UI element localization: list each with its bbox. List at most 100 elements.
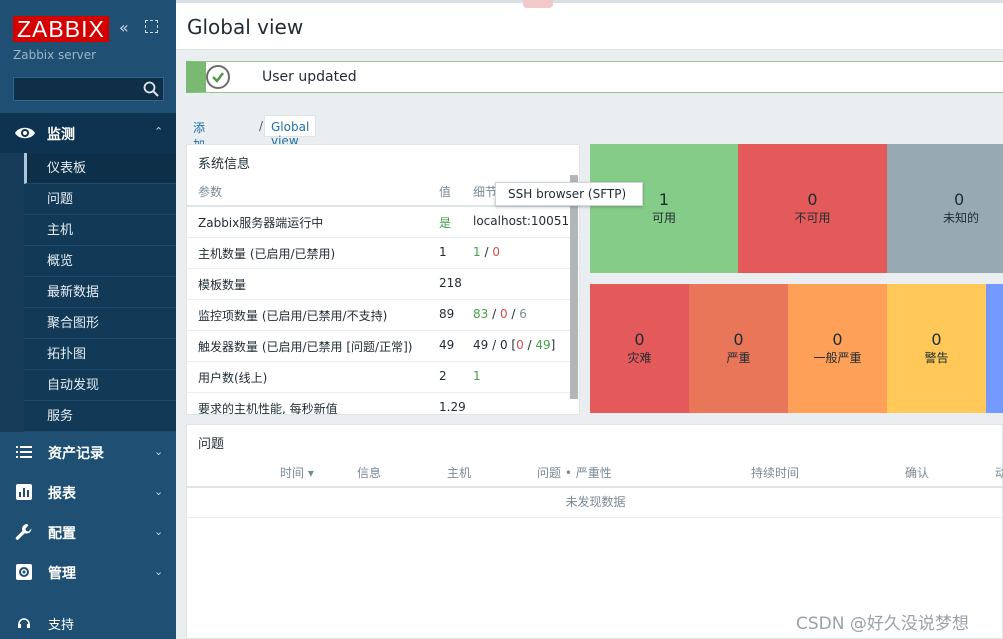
breadcrumb-current[interactable]: Global view [264, 115, 317, 148]
column-header-info: 信息 [357, 466, 382, 480]
tile-count: 0 [954, 190, 965, 209]
widget-title: 系统信息 [198, 157, 251, 172]
sidebar-item-services[interactable]: 服务 [24, 401, 176, 432]
row-param: 触发器数量 (已启用/已禁用 [问题/正常]) [198, 340, 413, 354]
tooltip: SSH browser (SFTP) [495, 182, 643, 206]
monitoring-submenu: 仪表板 问题 主机 概览 最新数据 聚合图形 拓扑图 自动发现 服务 [24, 153, 176, 432]
table-row: 模板数量 218 [187, 269, 579, 300]
sidebar-item-inventory[interactable]: 资产记录 ⌄ [0, 432, 176, 472]
row-value: 是 [439, 216, 452, 230]
watermark: CSDN @好久没说梦想 [796, 614, 969, 634]
sidebar-item-label: 管理 [48, 566, 76, 582]
sidebar-item-dashboard[interactable]: 仪表板 [24, 153, 176, 184]
row-param: 监控项数量 (已启用/已禁用/不支持) [198, 309, 388, 323]
page-title: Global view [187, 15, 304, 39]
column-header-value: 值 [439, 185, 452, 199]
sidebar-item-hosts[interactable]: 主机 [24, 215, 176, 246]
column-header-time[interactable]: 时间 ▾ [280, 464, 314, 481]
tile-label: 可用 [651, 211, 676, 225]
sidebar-item-maps[interactable]: 拓扑图 [24, 339, 176, 370]
chevron-down-icon: ⌄ [154, 525, 164, 538]
server-name: Zabbix server [13, 48, 97, 62]
row-value: 89 [439, 307, 455, 321]
zabbix-logo[interactable]: ZABBIX [13, 16, 109, 42]
tile-count: 0 [807, 190, 818, 209]
host-unavailable-tile[interactable]: 0 不可用 [738, 144, 887, 273]
headset-icon [17, 616, 31, 633]
wrench-icon [15, 523, 33, 541]
top-handle [523, 0, 553, 8]
sidebar-item-label: 支持 [48, 618, 75, 633]
tile-count: 0 [634, 330, 645, 349]
sidebar-item-discovery[interactable]: 自动发现 [24, 370, 176, 401]
severity-disaster-tile[interactable]: 0 灾难 [590, 284, 689, 413]
severity-average-tile[interactable]: 0 一般严重 [788, 284, 887, 413]
logo-row: ZABBIX [13, 16, 109, 42]
row-value: 1 [439, 245, 447, 259]
row-value: 1.29 [439, 400, 466, 414]
row-param: Zabbix服务器端运行中 [198, 216, 324, 230]
sidebar-item-configuration[interactable]: 配置 ⌄ [0, 512, 176, 552]
collapse-sidebar-icon[interactable]: « [119, 18, 129, 37]
host-available-tile[interactable]: 1 可用 [590, 144, 738, 273]
bar-chart-icon [15, 483, 33, 501]
row-value: 218 [439, 276, 462, 290]
sidebar-item-label: 配置 [48, 526, 76, 542]
problems-widget: 问题 时间 ▾ 信息 主机 问题 • 严重性 持续时间 确认 动 未发现数据 [186, 424, 1003, 639]
search-icon[interactable] [143, 81, 159, 100]
severity-warning-tile[interactable]: 0 警告 [887, 284, 986, 413]
tile-label: 不可用 [794, 211, 831, 225]
table-row: 用户数(线上) 2 1 [187, 362, 579, 393]
tile-count: 0 [931, 330, 942, 349]
no-data-row: 未发现数据 [187, 488, 1003, 518]
check-icon [206, 65, 230, 89]
severity-high-tile[interactable]: 0 严重 [689, 284, 788, 413]
row-value: 49 [439, 338, 455, 352]
top-divider [176, 0, 1003, 3]
row-details: 83 / 0 / 6 [473, 307, 527, 321]
message-text: User updated [262, 69, 357, 85]
sidebar-item-problems[interactable]: 问题 [24, 184, 176, 215]
sidebar-item-administration[interactable]: 管理 ⌄ [0, 552, 176, 592]
row-param: 主机数量 (已启用/已禁用) [198, 247, 336, 261]
tile-count: 0 [733, 330, 744, 349]
tile-count: 0 [832, 330, 843, 349]
chevron-up-icon: ⌃ [154, 125, 164, 138]
eye-icon [14, 125, 36, 144]
row-details: 49 / 0 [0 / 49] [473, 338, 556, 352]
row-param: 模板数量 [198, 278, 247, 292]
tile-label: 未知的 [943, 211, 980, 225]
sidebar-item-label: 资产记录 [48, 446, 104, 462]
search-input[interactable] [13, 77, 164, 101]
column-header-problem-severity: 问题 • 严重性 [537, 466, 612, 480]
nav-monitoring: 监测 ⌃ 仪表板 问题 主机 概览 最新数据 聚合图形 拓扑图 自动发现 服务 [0, 113, 176, 432]
column-header-param: 参数 [198, 185, 223, 199]
column-header-host: 主机 [447, 466, 472, 480]
sidebar-item-reports[interactable]: 报表 ⌄ [0, 472, 176, 512]
sidebar-item-latest-data[interactable]: 最新数据 [24, 277, 176, 308]
page-header: Global view [176, 0, 1003, 50]
widget-scrollbar[interactable] [570, 175, 578, 399]
sidebar-item-screens[interactable]: 聚合图形 [24, 308, 176, 339]
nav-monitoring-label: 监测 [47, 127, 75, 143]
column-header-duration: 持续时间 [751, 466, 800, 480]
success-message: User updated [186, 61, 1003, 93]
chevron-down-icon: ⌄ [154, 565, 164, 578]
breadcrumb-separator: / [259, 119, 264, 133]
tile-label: 灾难 [627, 351, 652, 365]
column-header-actions: 动 [995, 466, 1003, 480]
row-param: 用户数(线上) [198, 371, 268, 385]
table-row: 主机数量 (已启用/已禁用) 1 1 / 0 [187, 238, 579, 269]
tile-label: 一般严重 [813, 351, 862, 365]
list-icon [15, 443, 33, 461]
row-details: 1 / 0 [473, 245, 500, 259]
nav-monitoring-header[interactable]: 监测 ⌃ [0, 113, 176, 153]
kiosk-mode-icon[interactable] [145, 20, 158, 33]
severity-information-tile[interactable] [986, 284, 1003, 413]
host-unknown-tile[interactable]: 0 未知的 [887, 144, 1003, 273]
table-header: 时间 ▾ 信息 主机 问题 • 严重性 持续时间 确认 动 [187, 460, 1003, 488]
row-details: localhost:10051 [473, 214, 570, 228]
sidebar-item-overview[interactable]: 概览 [24, 246, 176, 277]
sidebar-item-support[interactable]: 支持 [0, 610, 176, 636]
row-value: 2 [439, 369, 447, 383]
